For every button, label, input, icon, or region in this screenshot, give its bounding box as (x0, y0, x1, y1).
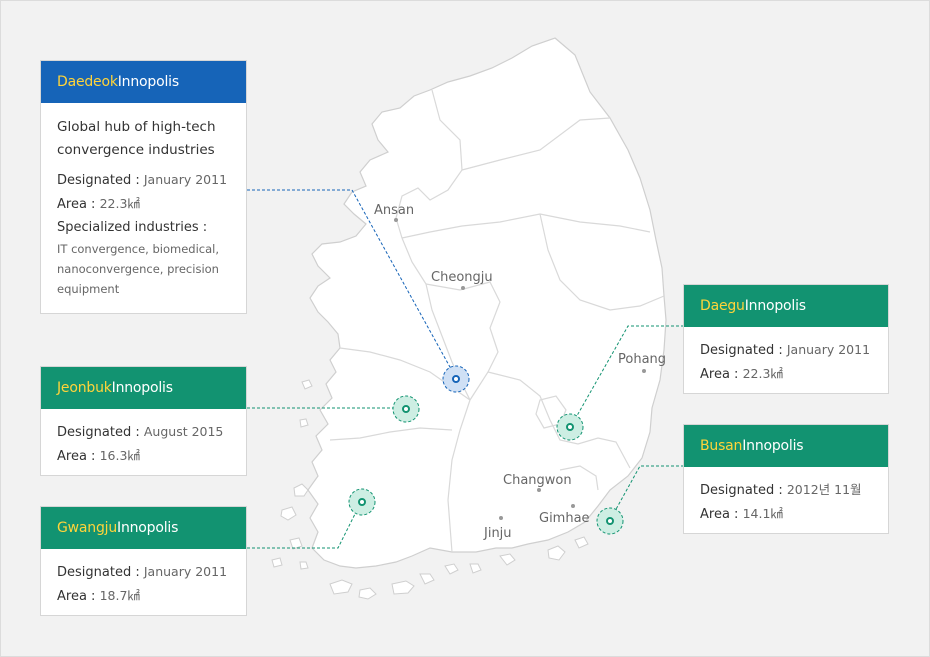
pohang-dot (642, 369, 646, 373)
pohang-label: Pohang (618, 352, 666, 367)
gwangju-area-row: Area : 18.7㎢ (57, 588, 140, 604)
gimhae-dot (571, 504, 575, 508)
jeonbuk-card-header: JeonbukInnopolis (41, 367, 246, 409)
cheongju-label: Cheongju (431, 270, 493, 285)
gwangju-suffix: Innopolis (117, 520, 179, 536)
daedeok-suffix: Innopolis (117, 74, 179, 90)
jinju-label: Jinju (483, 526, 512, 541)
daedeok-desc-line2: convergence industries (57, 142, 215, 158)
jeonbuk-designated-value: August 2015 (143, 424, 224, 439)
daegu-marker[interactable] (556, 413, 584, 441)
gimhae-label: Gimhae (539, 511, 590, 526)
daegu-area-value: 22.3㎢ (742, 366, 783, 381)
jinju-dot (499, 516, 503, 520)
busan-city-name: Busan (700, 438, 743, 454)
korea-mainland (307, 37, 667, 569)
daedeok-industries-list: IT convergence, biomedical, nanoconverge… (57, 242, 220, 296)
daedeok-description: Global hub of high-tech convergence indu… (57, 116, 230, 162)
gwangju-area-value: 18.7㎢ (99, 588, 140, 603)
daedeok-area-row: Area : 22.3㎢ (57, 192, 230, 216)
gwangju-designated-row: Designated : January 2011 (57, 564, 228, 580)
daedeok-designated-label: Designated : (57, 173, 140, 188)
daegu-designated-row: Designated : January 2011 (700, 342, 871, 358)
busan-card: BusanInnopolis Designated : 2012년 11월 Ar… (683, 424, 889, 534)
gwangju-city-name: Gwangju (57, 520, 118, 536)
jeonbuk-designated-row: Designated : August 2015 (57, 424, 224, 440)
busan-designated-row: Designated : 2012년 11월 (700, 482, 862, 498)
jeonbuk-area-value: 16.3㎢ (99, 448, 140, 463)
gwangju-card-header: GwangjuInnopolis (41, 507, 246, 549)
gwangju-marker[interactable] (348, 488, 376, 516)
daegu-card: DaeguInnopolis Designated : January 2011… (683, 284, 889, 394)
daegu-card-header: DaeguInnopolis (684, 285, 888, 327)
daedeok-area-label: Area : (57, 197, 96, 212)
daedeok-card-header: DaedeokInnopolis (41, 61, 246, 103)
gwangju-card: GwangjuInnopolis Designated : January 20… (40, 506, 247, 616)
daedeok-desc-line1: Global hub of high-tech (57, 119, 216, 135)
jeonbuk-suffix: Innopolis (111, 380, 173, 396)
daedeok-designated-row: Designated : January 2011 (57, 168, 230, 192)
ansan-label: Ansan (374, 203, 414, 218)
jeonbuk-card: JeonbukInnopolis Designated : August 201… (40, 366, 247, 476)
jeonbuk-city-name: Jeonbuk (57, 380, 112, 396)
daegu-designated-value: January 2011 (786, 342, 871, 357)
changwon-label: Changwon (503, 473, 572, 488)
busan-area-row: Area : 14.1㎢ (700, 506, 783, 522)
daedeok-area-value: 22.3㎢ (99, 196, 140, 211)
daegu-suffix: Innopolis (744, 298, 806, 314)
daedeok-city-name: Daedeok (57, 74, 118, 90)
busan-suffix: Innopolis (742, 438, 804, 454)
daedeok-designated-value: January 2011 (143, 172, 228, 187)
daegu-city-name: Daegu (700, 298, 745, 314)
busan-marker[interactable] (596, 507, 624, 535)
busan-area-value: 14.1㎢ (742, 506, 783, 521)
jeonbuk-marker[interactable] (392, 395, 420, 423)
daegu-area-row: Area : 22.3㎢ (700, 366, 783, 382)
changwon-dot (537, 488, 541, 492)
cheongju-dot (461, 286, 465, 290)
ansan-dot (394, 218, 398, 222)
busan-designated-value: 2012년 11월 (786, 482, 862, 497)
daedeok-card: DaedeokInnopolis Global hub of high-tech… (40, 60, 247, 314)
jeonbuk-area-row: Area : 16.3㎢ (57, 448, 140, 464)
daedeok-industries-label: Specialized industries : (57, 220, 208, 235)
daedeok-marker[interactable] (442, 365, 470, 393)
gwangju-designated-value: January 2011 (143, 564, 228, 579)
busan-card-header: BusanInnopolis (684, 425, 888, 467)
